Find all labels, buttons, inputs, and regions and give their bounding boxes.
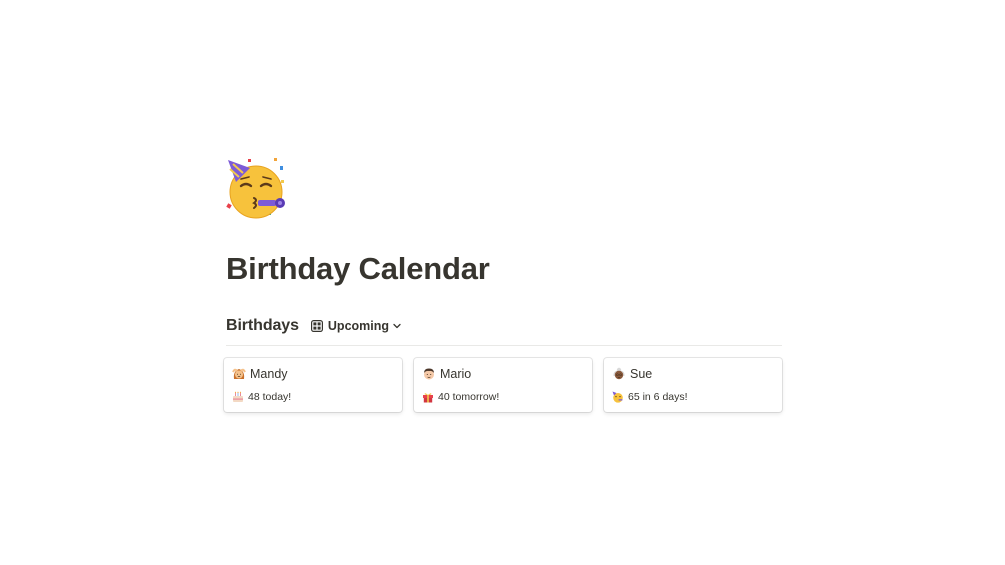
database-header: Birthdays Upcoming [226, 313, 782, 346]
gallery-cards: Mandy 48 today! Mario 40 tomorrow! Sue 6… [224, 358, 782, 412]
card-status-text: 40 tomorrow! [438, 391, 500, 403]
gallery-grid-icon [310, 320, 323, 332]
birthday-card-mario[interactable]: Mario 40 tomorrow! [414, 358, 592, 412]
birthday-cake-icon [233, 391, 243, 402]
card-status: 65 in 6 days! [612, 389, 774, 405]
partying-face-icon [612, 391, 623, 403]
card-title: Sue [612, 364, 774, 384]
older-woman-icon [613, 367, 625, 380]
page: Birthday Calendar Birthdays Upcoming Man… [0, 0, 1005, 565]
card-status-text: 48 today! [248, 391, 292, 403]
card-status: 48 today! [232, 389, 394, 405]
view-label: Upcoming [327, 319, 390, 333]
card-name: Sue [630, 367, 653, 381]
view-selector[interactable]: Upcoming [309, 317, 403, 335]
page-content: Birthday Calendar Birthdays Upcoming Man… [224, 156, 782, 412]
birthday-card-sue[interactable]: Sue 65 in 6 days! [604, 358, 782, 412]
wrapped-gift-icon [423, 393, 433, 403]
woman-gesturing-ok-icon [232, 368, 246, 379]
chevron-down-icon [393, 323, 401, 329]
page-title[interactable]: Birthday Calendar [226, 249, 782, 289]
partying-face-icon[interactable] [224, 156, 288, 220]
birthday-card-mandy[interactable]: Mandy 48 today! [224, 358, 402, 412]
card-status-text: 65 in 6 days! [628, 391, 688, 403]
database-title[interactable]: Birthdays [226, 317, 299, 335]
card-title: Mario [422, 364, 584, 384]
man-face-icon [424, 368, 434, 380]
card-title: Mandy [232, 364, 394, 384]
card-name: Mario [440, 367, 472, 381]
card-name: Mandy [250, 367, 288, 381]
card-status: 40 tomorrow! [422, 389, 584, 405]
